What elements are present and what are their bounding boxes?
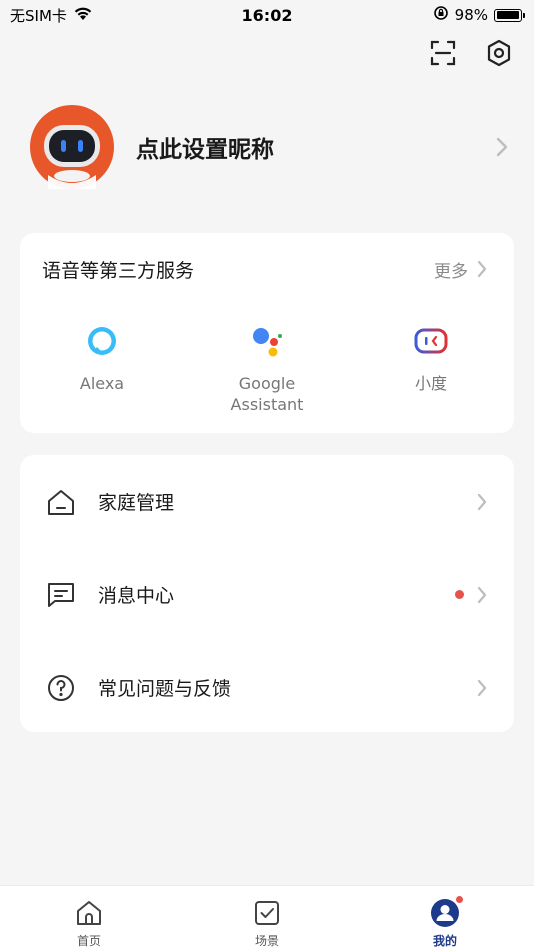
more-link[interactable]: 更多 (434, 257, 488, 282)
top-actions (428, 38, 514, 68)
avatar[interactable] (30, 105, 114, 189)
chevron-right-icon (494, 135, 510, 159)
scene-tab-icon (252, 898, 282, 928)
menu-item-faq-feedback[interactable]: 常见问题与反馈 (20, 641, 514, 734)
message-icon (46, 580, 76, 610)
status-bar: 无SIM卡 16:02 98% (0, 0, 534, 30)
voice-services-card: 语音等第三方服务 更多 Alexa Google Assistant 小度 (20, 233, 514, 433)
tab-label: 首页 (76, 934, 101, 948)
chevron-right-icon (477, 586, 487, 603)
wifi-icon (73, 6, 93, 25)
battery-percent: 98% (454, 6, 488, 24)
tab-home[interactable]: 首页 (0, 886, 178, 950)
service-google-assistant[interactable]: Google Assistant (197, 323, 337, 415)
tab-scene[interactable]: 场景 (178, 886, 356, 950)
nickname-label[interactable]: 点此设置昵称 (136, 130, 494, 164)
chevron-right-icon (477, 679, 487, 696)
tab-bar: 首页 场景 我的 (0, 885, 534, 950)
help-icon (46, 673, 76, 703)
orientation-lock-icon (433, 5, 449, 25)
home-icon (46, 487, 76, 517)
battery-icon (494, 8, 525, 22)
carrier-text: 无SIM卡 (10, 6, 67, 25)
menu-item-label: 常见问题与反馈 (98, 678, 232, 700)
google-assistant-icon (249, 323, 285, 359)
service-label: Alexa (79, 374, 125, 393)
home-tab-icon (74, 898, 104, 928)
menu-card: 家庭管理 消息中心 常见问题与反馈 (20, 455, 514, 732)
chevron-right-icon (477, 260, 487, 278)
unread-dot (455, 590, 464, 599)
menu-item-label: 家庭管理 (98, 492, 175, 514)
chevron-right-icon (477, 493, 487, 510)
voice-services-header: 语音等第三方服务 更多 (42, 255, 488, 283)
profile-tab-icon (430, 895, 464, 928)
voice-services-title: 语音等第三方服务 (42, 259, 195, 282)
notification-dot (455, 895, 464, 904)
profile-row[interactable]: 点此设置昵称 (30, 105, 510, 189)
menu-item-message-center[interactable]: 消息中心 (20, 548, 514, 641)
tab-label: 我的 (432, 934, 457, 948)
more-label[interactable]: 更多 (434, 257, 468, 282)
scan-icon[interactable] (428, 38, 458, 68)
service-alexa[interactable]: Alexa (32, 323, 172, 394)
tab-profile[interactable]: 我的 (356, 886, 534, 950)
tab-label: 场景 (254, 934, 279, 948)
alexa-icon (84, 323, 120, 359)
service-label: Google Assistant (230, 374, 304, 414)
xiaodu-icon (413, 323, 449, 359)
menu-item-label: 消息中心 (98, 585, 175, 607)
service-label: 小度 (414, 374, 447, 393)
settings-icon[interactable] (484, 38, 514, 68)
service-xiaodu[interactable]: 小度 (361, 323, 501, 394)
menu-item-family-management[interactable]: 家庭管理 (20, 455, 514, 548)
